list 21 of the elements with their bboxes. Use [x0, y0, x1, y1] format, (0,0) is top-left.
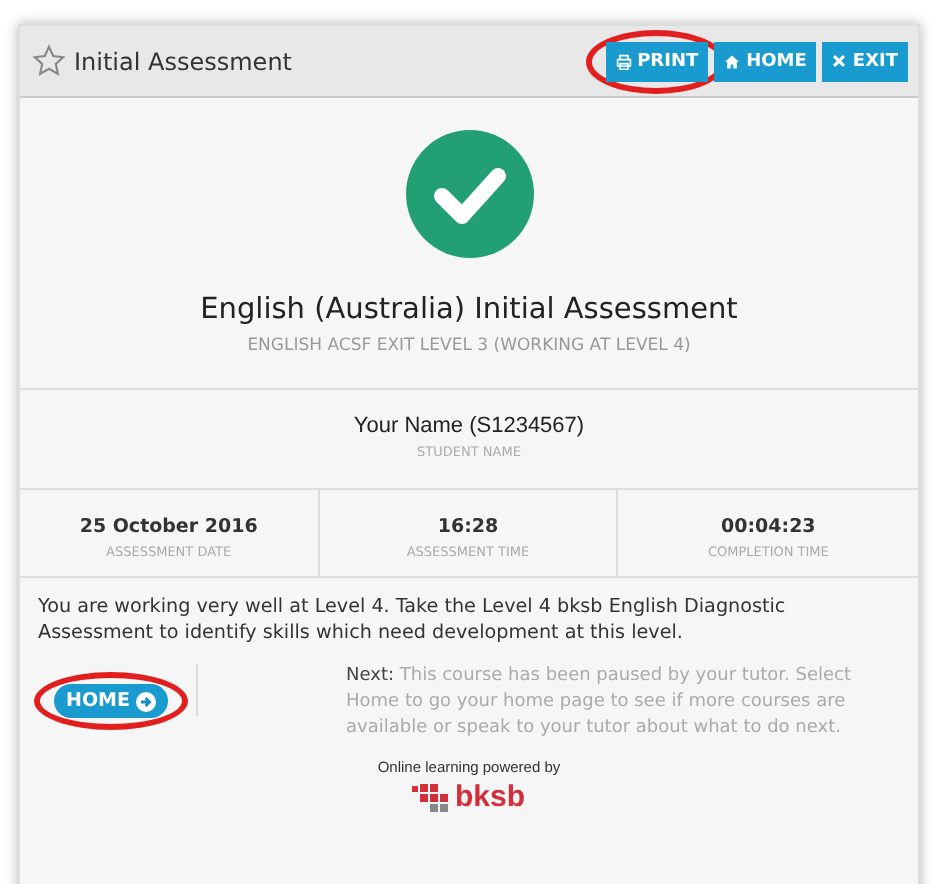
- exit-button[interactable]: EXIT: [822, 41, 908, 81]
- detail-value: 00:04:23: [719, 516, 818, 538]
- logo-text: bksb: [454, 780, 525, 814]
- house-icon: [724, 53, 741, 69]
- check-circle-icon: [405, 130, 533, 258]
- assessment-title: English (Australia) Initial Assessment: [200, 294, 738, 326]
- dots-logo-icon: [412, 781, 453, 813]
- arrow-circle-icon: [135, 691, 156, 711]
- next-message: Next: This course has been paused by your tutor. Select Home to go your home page to see if more courses are available or speak to your tutor about what to do next.: [346, 664, 854, 742]
- detail-value: 25 October 2016: [77, 516, 260, 538]
- result-message: You are working very well at Level 4. Take the Level 4 bksb English Diagnostic Assessment to identify skills which need development at this level.: [38, 594, 788, 646]
- star-icon[interactable]: [32, 44, 66, 78]
- student-name: Your Name (S1234567): [351, 414, 587, 438]
- home-button[interactable]: HOME: [54, 684, 168, 718]
- assessment-subtitle: ENGLISH ACSF EXIT LEVEL 3 (WORKING AT LEVEL 4): [247, 336, 691, 356]
- close-icon: [832, 54, 847, 68]
- print-button[interactable]: PRINT: [605, 41, 709, 81]
- page-title: Initial Assessment: [74, 47, 295, 75]
- printer-icon: [615, 53, 632, 69]
- detail-value: 16:28: [435, 516, 501, 538]
- home-button[interactable]: HOME: [714, 41, 817, 81]
